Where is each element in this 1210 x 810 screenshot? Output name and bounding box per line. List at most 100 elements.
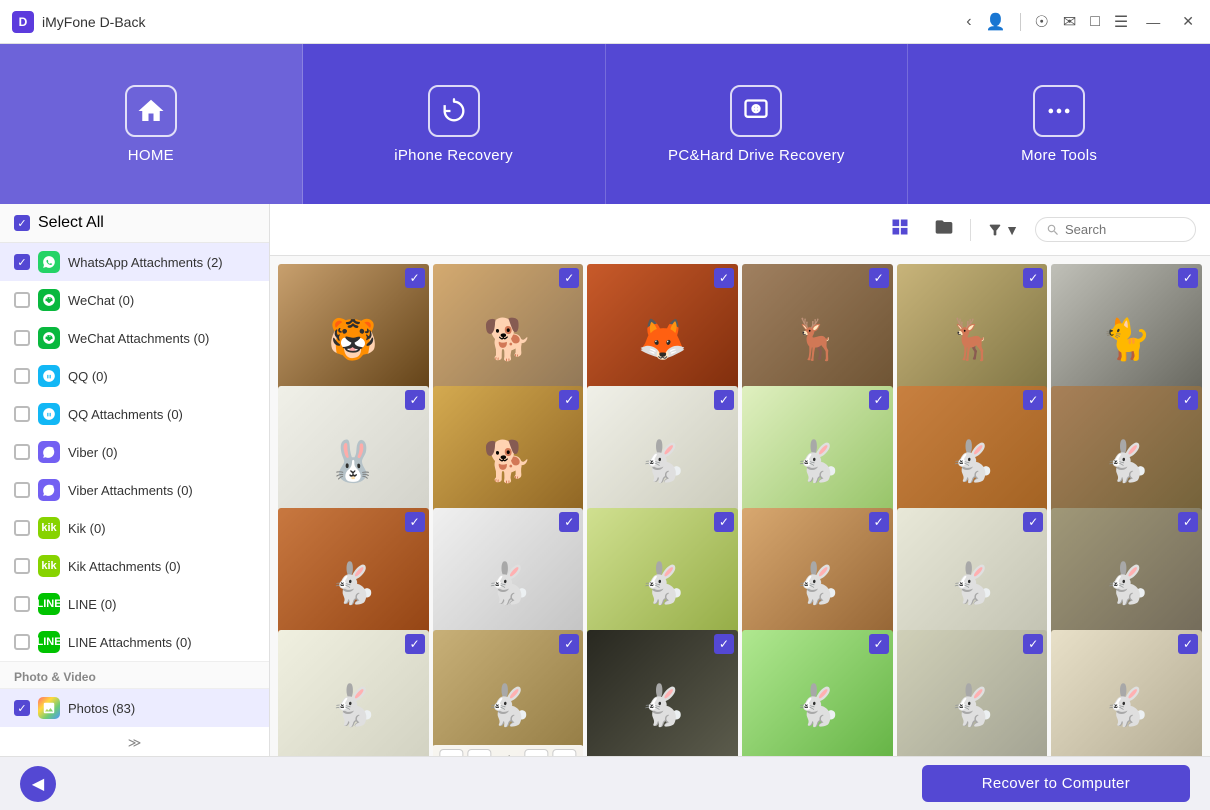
sidebar-item-wechat[interactable]: WeChat (0) bbox=[0, 281, 269, 319]
wechat-checkbox[interactable] bbox=[14, 292, 30, 308]
nav-item-pc-recovery[interactable]: PC&Hard Drive Recovery bbox=[606, 44, 909, 204]
prev-page-button[interactable]: ‹ bbox=[467, 749, 491, 756]
whatsapp-checkbox[interactable]: ✓ bbox=[14, 254, 30, 270]
photo-video-section-header: Photo & Video bbox=[0, 661, 269, 689]
kik-checkbox[interactable] bbox=[14, 520, 30, 536]
mail-icon[interactable]: ✉ bbox=[1063, 12, 1076, 32]
photo-check[interactable]: ✓ bbox=[1178, 512, 1198, 532]
sidebar-item-kik[interactable]: kik Kik (0) bbox=[0, 509, 269, 547]
kik-attach-checkbox[interactable] bbox=[14, 558, 30, 574]
photo-check[interactable]: ✓ bbox=[1178, 634, 1198, 654]
sidebar-item-qq-attach[interactable]: QQ Attachments (0) bbox=[0, 395, 269, 433]
kik-icon: kik bbox=[38, 517, 60, 539]
photo-check[interactable]: ✓ bbox=[559, 634, 579, 654]
kik-label: Kik (0) bbox=[68, 521, 106, 536]
photo-check[interactable]: ✓ bbox=[559, 512, 579, 532]
photo-check[interactable]: ✓ bbox=[869, 390, 889, 410]
sidebar-item-line[interactable]: LINE LINE (0) bbox=[0, 585, 269, 623]
close-button[interactable]: ✕ bbox=[1178, 11, 1198, 32]
qq-icon bbox=[38, 365, 60, 387]
sidebar-item-whatsapp[interactable]: ✓ WhatsApp Attachments (2) bbox=[0, 243, 269, 281]
wechat-attach-checkbox[interactable] bbox=[14, 330, 30, 346]
last-page-button[interactable]: » bbox=[553, 749, 577, 756]
more-tools-icon-box bbox=[1033, 85, 1085, 137]
photo-cell[interactable]: 🐇 ✓ bbox=[587, 630, 738, 756]
viber-icon bbox=[38, 441, 60, 463]
viber-attach-label: Viber Attachments (0) bbox=[68, 483, 193, 498]
sidebar-item-viber[interactable]: Viber (0) bbox=[0, 433, 269, 471]
settings-icon[interactable]: ☉ bbox=[1035, 12, 1049, 32]
menu-icon[interactable]: ☰ bbox=[1114, 12, 1128, 32]
photo-cell[interactable]: 🐇 ✓ bbox=[1051, 630, 1202, 756]
photo-check[interactable]: ✓ bbox=[869, 634, 889, 654]
photo-check[interactable]: ✓ bbox=[1023, 390, 1043, 410]
next-page-button[interactable]: › bbox=[525, 749, 549, 756]
photos-icon bbox=[38, 697, 60, 719]
nav-item-more-tools[interactable]: More Tools bbox=[908, 44, 1210, 204]
kik-attach-label: Kik Attachments (0) bbox=[68, 559, 181, 574]
page-info: 3 / 4 bbox=[495, 753, 520, 756]
sidebar-item-viber-attach[interactable]: Viber Attachments (0) bbox=[0, 471, 269, 509]
search-input[interactable] bbox=[1065, 222, 1185, 237]
user-icon[interactable]: 👤 bbox=[986, 12, 1006, 32]
photo-check[interactable]: ✓ bbox=[405, 268, 425, 288]
grid-view-button[interactable] bbox=[882, 212, 918, 247]
nav-item-home[interactable]: HOME bbox=[0, 44, 303, 204]
photo-cell[interactable]: 🐇 ✓ bbox=[742, 630, 893, 756]
qq-attach-checkbox[interactable] bbox=[14, 406, 30, 422]
filter-button[interactable]: ▼ bbox=[979, 217, 1027, 243]
photo-check[interactable]: ✓ bbox=[405, 390, 425, 410]
photo-check[interactable]: ✓ bbox=[1023, 512, 1043, 532]
photo-check[interactable]: ✓ bbox=[1178, 268, 1198, 288]
minimize-button[interactable]: — bbox=[1142, 12, 1164, 32]
photo-check[interactable]: ✓ bbox=[405, 634, 425, 654]
line-attach-checkbox[interactable] bbox=[14, 634, 30, 650]
sidebar-more-indicator[interactable]: ≫ bbox=[0, 727, 269, 756]
photo-cell[interactable]: 🐇 ✓ bbox=[897, 630, 1048, 756]
nav-item-iphone-recovery[interactable]: iPhone Recovery bbox=[303, 44, 606, 204]
first-page-button[interactable]: « bbox=[439, 749, 463, 756]
chat-icon[interactable]: □ bbox=[1090, 13, 1100, 31]
photo-check[interactable]: ✓ bbox=[1023, 268, 1043, 288]
folder-view-button[interactable] bbox=[926, 212, 962, 247]
sidebar-item-photos[interactable]: ✓ Photos (83) bbox=[0, 689, 269, 727]
qq-label: QQ (0) bbox=[68, 369, 108, 384]
line-checkbox[interactable] bbox=[14, 596, 30, 612]
app-name: iMyFone D-Back bbox=[42, 14, 145, 30]
back-button[interactable]: ◀ bbox=[20, 766, 56, 802]
sidebar-item-qq[interactable]: QQ (0) bbox=[0, 357, 269, 395]
sidebar-item-line-attach[interactable]: LINE LINE Attachments (0) bbox=[0, 623, 269, 661]
photo-check[interactable]: ✓ bbox=[869, 268, 889, 288]
recover-button[interactable]: Recover to Computer bbox=[922, 765, 1190, 802]
photo-check[interactable]: ✓ bbox=[559, 268, 579, 288]
viber-checkbox[interactable] bbox=[14, 444, 30, 460]
nav-more-label: More Tools bbox=[1021, 147, 1097, 164]
photo-check[interactable]: ✓ bbox=[714, 512, 734, 532]
select-all-checkbox[interactable]: ✓ bbox=[14, 215, 30, 231]
photo-cell[interactable]: 🐇 ✓ « ‹ 3 / 4 › » bbox=[433, 630, 584, 756]
share-icon[interactable]: ‹ bbox=[966, 13, 971, 31]
line-label: LINE (0) bbox=[68, 597, 116, 612]
qq-attach-label: QQ Attachments (0) bbox=[68, 407, 183, 422]
photo-check[interactable]: ✓ bbox=[1023, 634, 1043, 654]
viber-attach-checkbox[interactable] bbox=[14, 482, 30, 498]
photos-checkbox[interactable]: ✓ bbox=[14, 700, 30, 716]
photo-check[interactable]: ✓ bbox=[405, 512, 425, 532]
search-box bbox=[1035, 217, 1196, 242]
photo-check[interactable]: ✓ bbox=[1178, 390, 1198, 410]
photo-check[interactable]: ✓ bbox=[714, 390, 734, 410]
qq-checkbox[interactable] bbox=[14, 368, 30, 384]
bottom-bar: ◀ Recover to Computer bbox=[0, 756, 1210, 810]
photo-check[interactable]: ✓ bbox=[714, 634, 734, 654]
select-all-row[interactable]: ✓ Select All bbox=[0, 204, 269, 243]
photo-check[interactable]: ✓ bbox=[559, 390, 579, 410]
photo-check[interactable]: ✓ bbox=[869, 512, 889, 532]
sidebar-item-wechat-attach[interactable]: WeChat Attachments (0) bbox=[0, 319, 269, 357]
photo-cell[interactable]: 🐇 ✓ bbox=[278, 630, 429, 756]
wechat-icon bbox=[38, 289, 60, 311]
wechat-label: WeChat (0) bbox=[68, 293, 134, 308]
sidebar-item-kik-attach[interactable]: kik Kik Attachments (0) bbox=[0, 547, 269, 585]
photo-check[interactable]: ✓ bbox=[714, 268, 734, 288]
app-logo: D bbox=[12, 11, 34, 33]
line-attach-label: LINE Attachments (0) bbox=[68, 635, 192, 650]
